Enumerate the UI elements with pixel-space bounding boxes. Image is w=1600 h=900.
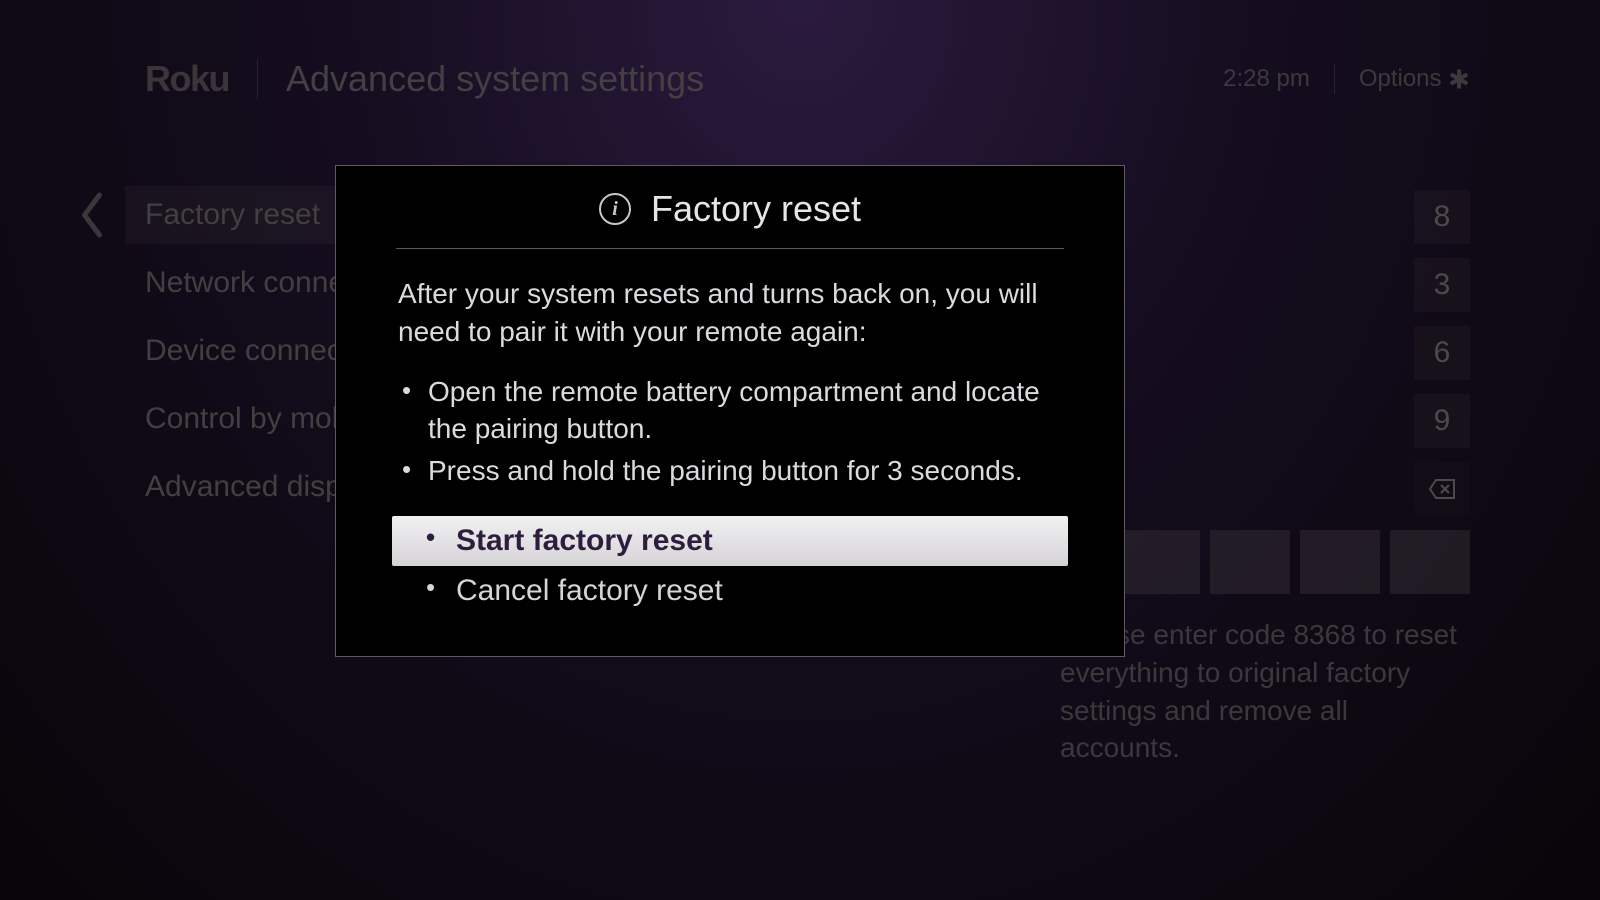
code-slot[interactable] — [1210, 530, 1290, 594]
keypad-9[interactable]: 9 — [1414, 394, 1470, 448]
dialog-bullet: Open the remote battery compartment and … — [398, 373, 1062, 449]
star-icon: ✱ — [1448, 65, 1470, 95]
dialog-body: After your system resets and turns back … — [336, 249, 1124, 490]
page-title: Advanced system settings — [286, 58, 704, 100]
keypad-8[interactable]: 8 — [1414, 190, 1470, 244]
keypad-delete-icon[interactable] — [1414, 462, 1470, 516]
keypad-6[interactable]: 6 — [1414, 326, 1470, 380]
header-right-divider — [1334, 64, 1335, 94]
dialog-title-row: i Factory reset — [396, 188, 1064, 249]
keypad-3[interactable]: 3 — [1414, 258, 1470, 312]
header-divider — [257, 59, 258, 99]
dialog-title: Factory reset — [651, 188, 861, 230]
clock: 2:28 pm — [1223, 65, 1310, 93]
header-right: 2:28 pm Options ✱ — [1223, 64, 1470, 94]
back-icon[interactable] — [75, 190, 109, 245]
options-label[interactable]: Options ✱ — [1359, 65, 1470, 93]
header: Roku Advanced system settings 2:28 pm Op… — [145, 58, 1470, 100]
dialog-intro: After your system resets and turns back … — [398, 275, 1062, 351]
code-slot[interactable] — [1300, 530, 1380, 594]
dialog-bullet: Press and hold the pairing button for 3 … — [398, 452, 1062, 490]
dialog-actions: Start factory reset Cancel factory reset — [392, 516, 1068, 616]
cancel-factory-reset-button[interactable]: Cancel factory reset — [392, 566, 1068, 616]
start-factory-reset-button[interactable]: Start factory reset — [392, 516, 1068, 566]
logo: Roku — [145, 58, 229, 100]
info-icon: i — [599, 193, 631, 225]
dialog-bullets: Open the remote battery compartment and … — [398, 373, 1062, 490]
header-left: Roku Advanced system settings — [145, 58, 704, 100]
code-slot[interactable] — [1120, 530, 1200, 594]
factory-reset-dialog: i Factory reset After your system resets… — [335, 165, 1125, 657]
code-slot[interactable] — [1390, 530, 1470, 594]
